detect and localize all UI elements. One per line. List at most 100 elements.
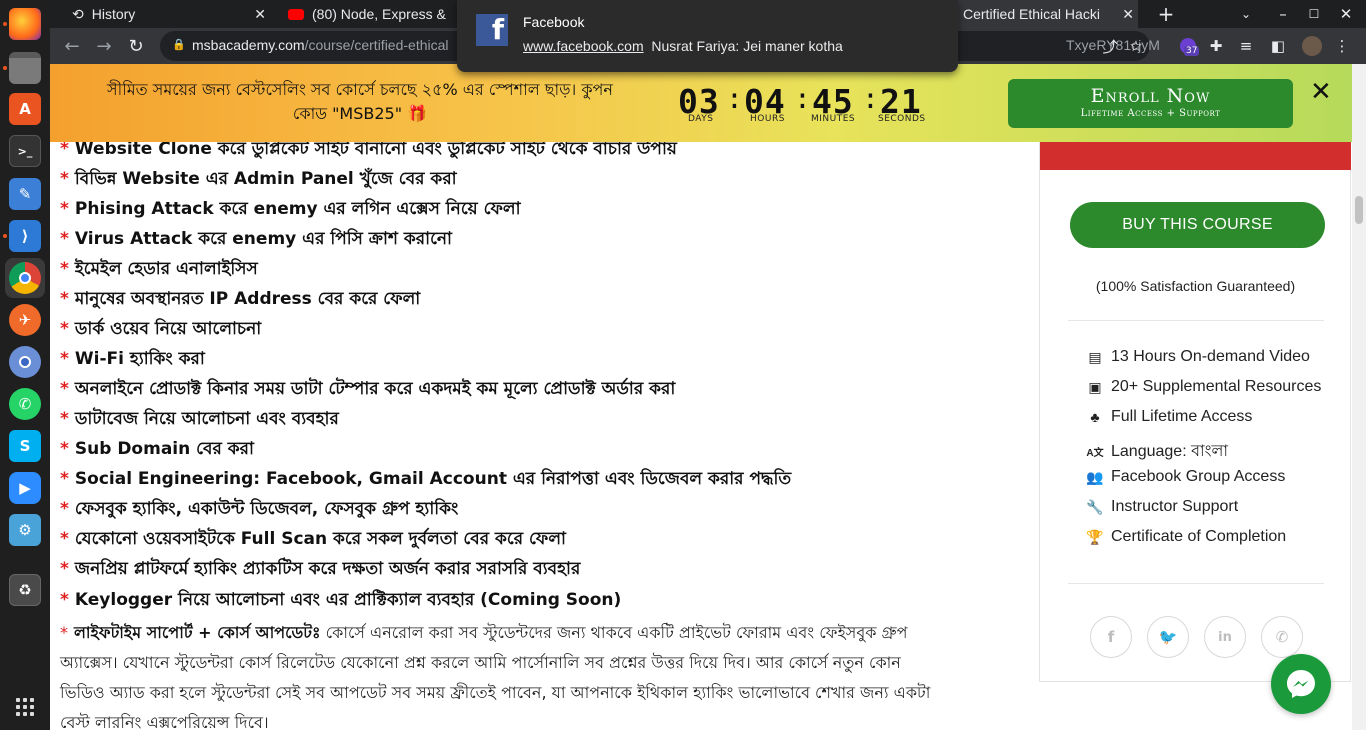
twitter-icon[interactable]: 🐦 [1147,616,1189,658]
terminal-icon[interactable]: >_ [9,135,41,167]
linkedin-icon[interactable]: in [1204,616,1246,658]
menu-kebab-icon[interactable]: ⋮ [1330,34,1354,58]
bullet-star: * [60,409,69,429]
trophy-icon: 🏆 [1086,528,1104,545]
bullet-star: * [60,499,69,519]
extension-icon[interactable]: 37 [1176,34,1200,58]
course-sidebar-card: BUY THIS COURSE (100% Satisfaction Guara… [1039,142,1351,682]
show-applications-icon[interactable] [16,698,34,716]
running-indicator [3,22,7,26]
text-editor-icon[interactable]: ✎ [9,178,41,210]
whatsapp-icon[interactable]: ✆ [9,388,41,420]
trash-icon[interactable]: ♻ [9,574,41,606]
firefox-icon[interactable] [9,8,41,40]
include-item: 🔧 Instructor Support [1086,498,1239,515]
software-center-icon[interactable]: A [9,93,41,125]
list-item: * ফেসবুক হ্যাকিং, একাউন্ট ডিজেবল, ফেসবুক … [60,499,459,519]
bullet-star: * [60,379,69,399]
enroll-now-button[interactable]: Enroll Now Lifetime Access + Support [1008,79,1293,128]
enroll-sublabel: Lifetime Access + Support [1080,108,1221,119]
tab-title: (80) Node, Express & [312,6,446,22]
support-paragraph: * লাইফটাইম সাপোর্ট + কোর্স আপডেটঃ কোর্সে … [60,618,940,730]
running-indicator [3,66,7,70]
bookmark-star-icon[interactable]: ☆ [1124,34,1148,58]
extension-badge: 37 [1184,46,1200,56]
tab-history[interactable]: ⟲ History ✕ [50,0,274,28]
close-icon[interactable]: ✕ [1122,6,1134,23]
close-icon[interactable]: ✕ [254,6,266,23]
bullet-star: * [60,623,68,642]
list-item: * ইমেইল হেডার এনালাইসিস [60,259,258,279]
whatsapp-icon[interactable]: ✆ [1261,616,1303,658]
include-item: ▤ 13 Hours On-demand Video [1085,348,1310,366]
vscode-icon[interactable]: ⟩ [9,220,41,252]
list-item: * বিভিন্ন Website এর Admin Panel খুঁজে বে… [60,169,457,189]
facebook-icon[interactable]: f [1090,616,1132,658]
url-text: msbacademy.com/course/certified-ethical [192,37,449,53]
avatar[interactable] [1300,34,1324,58]
notification-source-link[interactable]: www.facebook.com [523,38,644,54]
messenger-icon [1287,670,1315,698]
countdown-minutes-label: MINUTES [811,114,856,124]
list-item: * Virus Attack করে enemy এর পিসি ক্রাশ কর… [60,229,452,249]
share-icon[interactable]: ⤴ [1098,34,1122,58]
support-lead: লাইফটাইম সাপোর্ট + কোর্স আপডেটঃ [74,623,321,642]
ubuntu-dock: A >_ ✎ ⟩ ✈ ✆ S ▶ ⚙ ♻ [0,0,50,730]
reload-icon[interactable]: ↻ [124,34,148,58]
remmina-icon[interactable]: ⚙ [9,514,41,546]
include-item: 🏆 Certificate of Completion [1086,528,1287,545]
guarantee-text: (100% Satisfaction Guaranteed) [1095,278,1296,294]
messenger-chat-button[interactable] [1271,654,1331,714]
bullet-star: * [60,529,69,549]
list-item: * Social Engineering: Facebook, Gmail Acc… [60,469,792,489]
youtube-icon [288,8,304,20]
include-item: ▣ 20+ Supplemental Resources [1085,378,1321,396]
course-features-list: * Website Clone করে ডুপ্লিকেট সাইট বানানো… [50,142,1030,730]
list-item: * অনলাইনে প্রোডাক্ট কিনার সময় ডাটা টেম্প… [60,379,676,399]
skype-icon[interactable]: S [9,430,41,462]
maximize-icon[interactable]: ☐ [1298,0,1330,28]
postman-icon[interactable]: ✈ [9,304,41,336]
countdown-separator: : [862,82,879,115]
new-tab-button[interactable]: + [1150,0,1182,28]
side-panel-icon[interactable]: ◧ [1266,34,1290,58]
tab-search-icon[interactable]: ⌄ [1230,0,1262,28]
buy-course-button[interactable]: BUY THIS COURSE [1070,202,1325,248]
bullet-star: * [60,289,69,309]
file-video-icon: ▤ [1088,348,1102,365]
language-icon: A文 [1086,448,1104,459]
countdown-separator: : [794,82,811,115]
countdown-separator: : [726,82,743,115]
bullet-star: * [60,469,69,489]
tab-title: Certified Ethical Hacki [963,6,1100,22]
countdown-seconds-label: SECONDS [878,114,926,124]
list-item: * ডার্ক ওয়েব নিয়ে আলোচনা [60,319,262,339]
notification-message: Nusrat Fariya: Jei maner kotha [651,38,843,54]
list-item: * মানুষের অবস্থানরত IP Address বের করে ফে… [60,289,421,309]
minimize-icon[interactable]: – [1267,0,1299,28]
chromium-icon[interactable] [9,346,41,378]
countdown-days-label: DAYS [688,114,714,124]
page-scrollbar[interactable] [1352,64,1366,730]
close-window-icon[interactable]: ✕ [1330,0,1362,28]
forward-icon[interactable]: → [92,34,116,58]
zoom-icon[interactable]: ▶ [9,472,41,504]
close-icon[interactable]: ✕ [1310,77,1332,107]
divider [1068,320,1324,321]
url-path: /course/certified-ethical [304,37,449,53]
back-icon[interactable]: ← [60,34,84,58]
divider [1068,583,1324,584]
extensions-puzzle-icon[interactable]: ✚ [1204,34,1228,58]
media-control-icon[interactable]: ≡ [1234,34,1258,58]
desktop-notification[interactable]: f Facebook www.facebook.com Nusrat Fariy… [457,0,958,72]
list-item: * জনপ্রিয় প্লাটফর্মে হ্যাকিং প্র্যাকটিস … [60,559,581,579]
scrollbar-thumb[interactable] [1355,196,1363,224]
facebook-icon: f [476,14,508,46]
tab-certified-ethical-hacking[interactable]: Certified Ethical Hacki ✕ [958,0,1138,28]
chrome-icon[interactable] [9,262,41,294]
include-item: A文 Language: বাংলা [1086,443,1229,460]
bullet-star: * [60,199,69,219]
seedling-icon: ♣ [1090,409,1100,425]
files-icon[interactable] [9,52,41,84]
bullet-star: * [60,142,69,159]
